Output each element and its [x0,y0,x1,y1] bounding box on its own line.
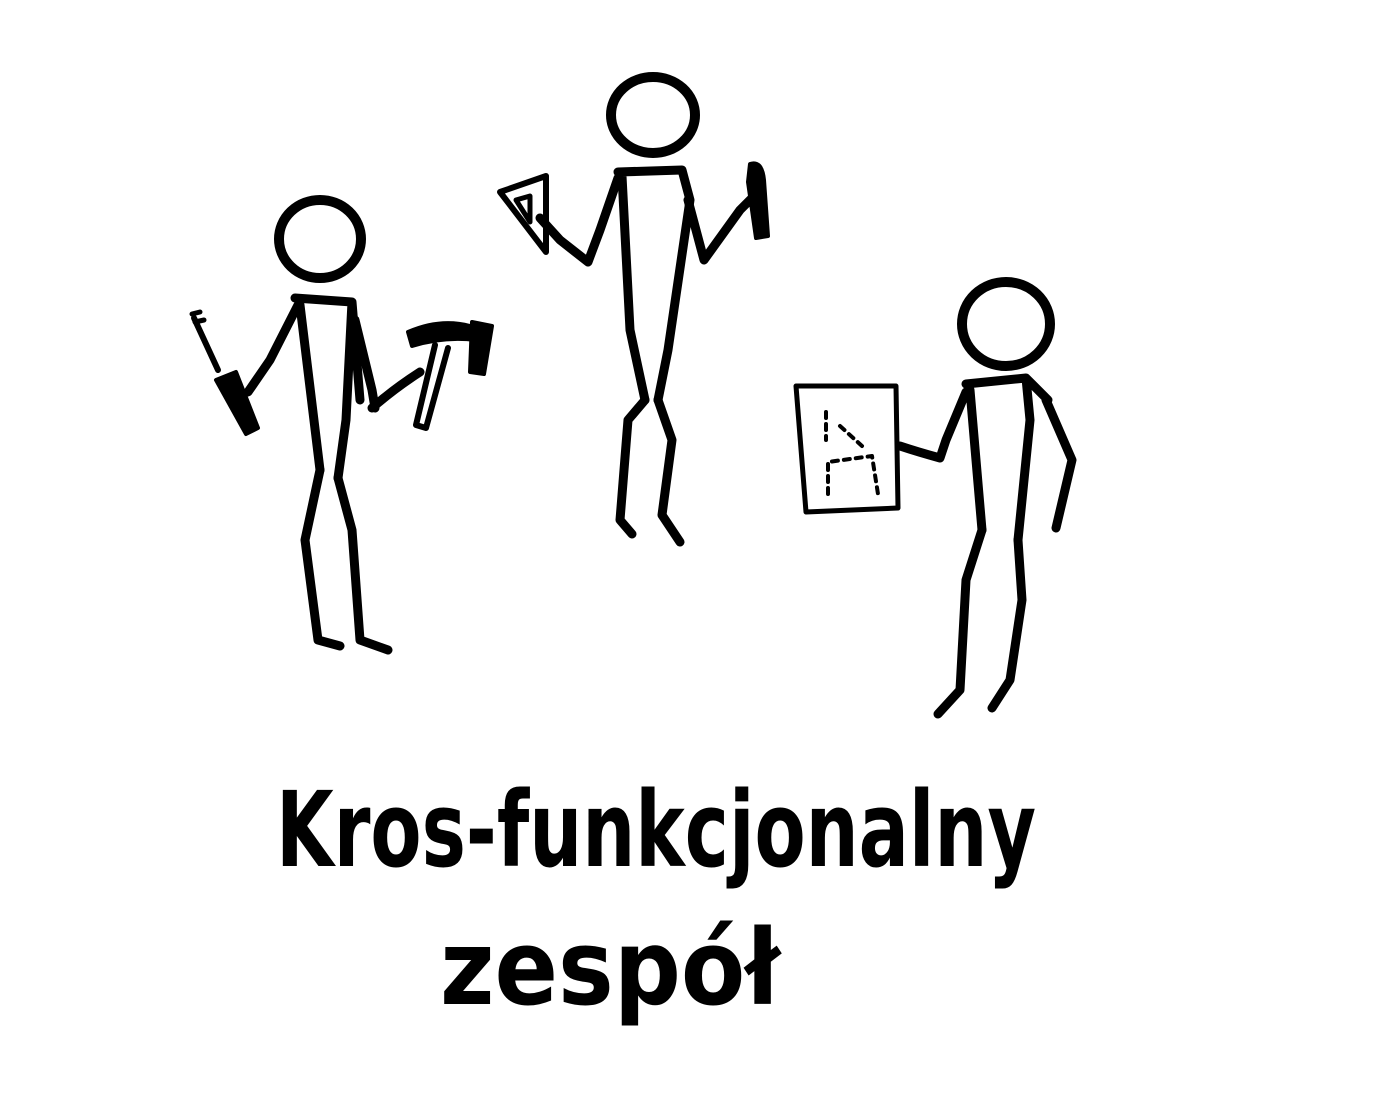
head [957,277,1055,371]
caption-line-2: zespół [440,907,782,1029]
head [606,72,700,158]
stick-figure-builder [189,195,494,655]
right-leg [333,473,393,655]
right-arm [683,191,759,265]
left-leg [300,465,345,651]
torso [290,293,365,483]
head [274,195,366,283]
blueprint-sheet-icon [793,383,901,515]
left-arm [243,300,303,397]
left-leg [933,525,987,719]
caption-line-1: Kros-funkcjonalny [276,769,1036,891]
marker-icon [746,161,770,240]
cross-functional-team-drawing: Kros-funkcjonalny zespół [189,72,1077,1029]
stick-figure-planner [793,277,1077,719]
stick-figure-designer [497,72,770,547]
torso [613,165,695,405]
right-leg [987,535,1027,713]
caption: Kros-funkcjonalny zespół [276,769,1036,1029]
left-arm [895,387,971,463]
torso [961,373,1053,545]
right-leg [653,395,685,547]
right-arm [1041,395,1077,533]
screwdriver-icon [189,309,260,436]
left-arm [535,173,623,267]
left-leg [615,395,650,539]
